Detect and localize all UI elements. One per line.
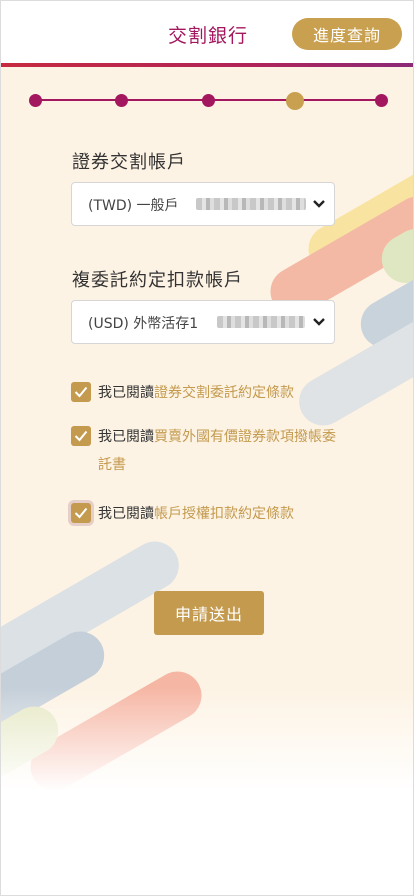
header-divider (1, 63, 413, 67)
debit-account-label: 複委託約定扣款帳戶 (72, 270, 243, 291)
app-frame: 交割銀行 進度查詢 證券交割帳戶 (TWD) 一般戶 複委託約定扣款帳戶 (US… (0, 0, 414, 896)
background-fade (1, 687, 413, 895)
agreement-text-2: 我已閱讀買賣外國有價證券款項撥帳委託書 (98, 423, 338, 479)
masked-account-number (196, 198, 306, 210)
chevron-down-icon (313, 200, 325, 208)
auto-debit-terms-link[interactable]: 帳戶授權扣款約定條款 (154, 506, 294, 522)
debit-account-value: (USD) 外幣活存1 (88, 316, 199, 332)
agreement-text-3: 我已閱讀帳戶授權扣款約定條款 (98, 500, 338, 528)
checkmark-icon (74, 386, 88, 398)
step-dot-3 (202, 94, 215, 107)
masked-account-number (217, 316, 305, 328)
checkmark-icon (74, 507, 88, 519)
step-dot-1 (29, 94, 42, 107)
chevron-down-icon (313, 318, 325, 326)
securities-account-select[interactable]: (TWD) 一般戶 (71, 182, 335, 226)
step-dot-4-current (286, 92, 304, 110)
app-header: 交割銀行 進度查詢 (1, 1, 413, 63)
securities-account-value: (TWD) 一般戶 (88, 198, 179, 214)
debit-account-select[interactable]: (USD) 外幣活存1 (71, 300, 335, 344)
agreement-prefix: 我已閱讀 (98, 429, 154, 445)
step-dot-2 (115, 94, 128, 107)
agreement-prefix: 我已閱讀 (98, 385, 154, 401)
submit-button[interactable]: 申請送出 (154, 591, 264, 635)
checkmark-icon (74, 430, 88, 442)
agreement-text-1: 我已閱讀證券交割委託約定條款 (98, 379, 338, 407)
agreement-prefix: 我已閱讀 (98, 506, 154, 522)
securities-settlement-terms-link[interactable]: 證券交割委託約定條款 (154, 385, 294, 401)
agreement-checkbox-3[interactable] (71, 503, 91, 523)
step-dot-5 (375, 94, 388, 107)
agreement-checkbox-1[interactable] (71, 382, 91, 402)
securities-account-label: 證券交割帳戶 (72, 152, 186, 173)
progress-query-button[interactable]: 進度查詢 (292, 18, 402, 50)
agreement-checkbox-2[interactable] (71, 426, 91, 446)
